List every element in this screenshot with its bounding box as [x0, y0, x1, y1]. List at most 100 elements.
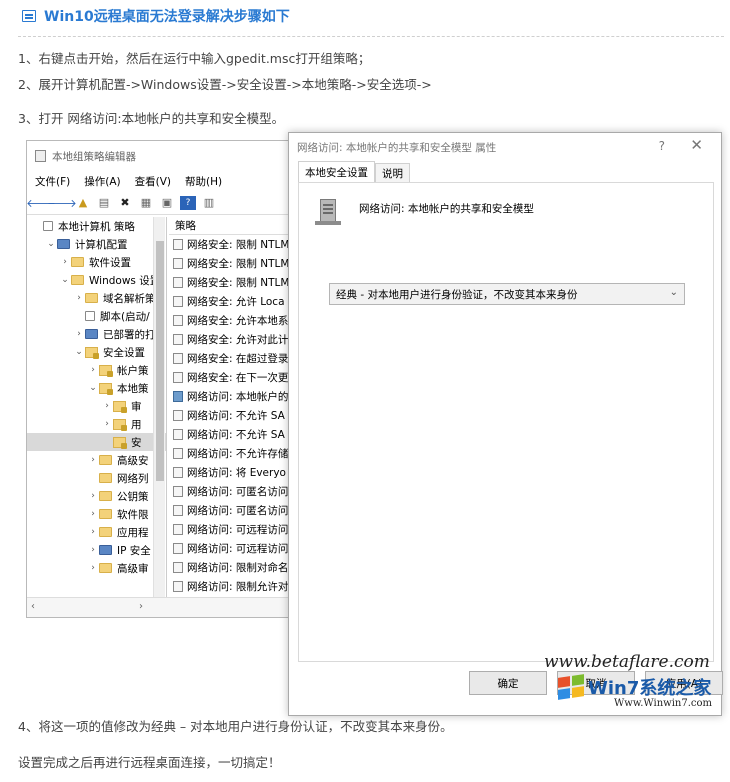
- tree-node[interactable]: › 应用程: [27, 523, 166, 541]
- scroll-right-icon[interactable]: ›: [139, 601, 143, 612]
- chevron-down-icon[interactable]: ⌄: [87, 383, 99, 393]
- menu-help[interactable]: 帮助(H): [185, 174, 222, 189]
- tree-scrollbar[interactable]: [153, 217, 165, 597]
- policy-row[interactable]: 网络访问: 限制允许对: [169, 577, 295, 596]
- horizontal-scrollbar[interactable]: ‹ ›: [27, 597, 295, 617]
- tree-node[interactable]: › 域名解析策: [27, 289, 166, 307]
- policy-row[interactable]: 网络安全: 在下一次更: [169, 368, 295, 387]
- policy-row[interactable]: 网络访问: 可匿名访问: [169, 501, 295, 520]
- policy-row[interactable]: 网络访问: 本地帐户的: [169, 387, 295, 406]
- menu-action[interactable]: 操作(A): [84, 174, 120, 189]
- tree-node[interactable]: 安: [27, 433, 166, 451]
- tab-explain[interactable]: 说明: [375, 163, 410, 183]
- up-folder-icon[interactable]: ▲: [75, 196, 91, 210]
- policy-row[interactable]: 网络访问: 不允许存储: [169, 444, 295, 463]
- tree-node[interactable]: ⌄ 安全设置: [27, 343, 166, 361]
- chevron-right-icon[interactable]: ›: [101, 401, 113, 411]
- policy-row[interactable]: 网络安全: 允许 Loca: [169, 292, 295, 311]
- tree-node[interactable]: › 已部署的打: [27, 325, 166, 343]
- help-icon[interactable]: ?: [180, 195, 196, 210]
- folder-icon: [99, 563, 112, 573]
- properties-icon[interactable]: ▦: [138, 196, 154, 210]
- tree-node[interactable]: ⌄ 本地策: [27, 379, 166, 397]
- policy-row[interactable]: 网络访问: 将 Everyo: [169, 463, 295, 482]
- tree-node[interactable]: ⌄ 计算机配置: [27, 235, 166, 253]
- policy-row[interactable]: 网络访问: 不允许 SA: [169, 425, 295, 444]
- policy-row[interactable]: 网络安全: 限制 NTLM: [169, 254, 295, 273]
- show-hide-icon[interactable]: ▥: [201, 196, 217, 210]
- chevron-right-icon[interactable]: ›: [87, 365, 99, 375]
- tree-node[interactable]: › 软件设置: [27, 253, 166, 271]
- export-list-icon[interactable]: ▣: [159, 196, 175, 210]
- betaflare-watermark: www.betaflare.com: [544, 652, 710, 672]
- chevron-right-icon[interactable]: ›: [87, 545, 99, 555]
- tree-node[interactable]: 本地计算机 策略: [27, 217, 166, 235]
- policy-row-label: 网络安全: 限制 NTLM: [187, 258, 290, 270]
- tree-node[interactable]: › 审: [27, 397, 166, 415]
- chevron-right-icon[interactable]: ›: [87, 455, 99, 465]
- tree-node[interactable]: › 帐户策: [27, 361, 166, 379]
- folder-icon: [85, 293, 98, 303]
- dialog-help-icon[interactable]: ?: [659, 139, 665, 153]
- chevron-right-icon[interactable]: ›: [59, 257, 71, 267]
- tree-node-label: 安全设置: [103, 346, 145, 359]
- dialog-close-icon[interactable]: ✕: [690, 136, 703, 154]
- policy-row[interactable]: 网络安全: 允许本地系: [169, 311, 295, 330]
- scroll-left-icon[interactable]: ‹: [31, 601, 35, 612]
- console-tree-icon[interactable]: ▤: [96, 196, 112, 210]
- policy-row[interactable]: 网络访问: 可匿名访问: [169, 482, 295, 501]
- policy-row[interactable]: 网络访问: 不允许 SA: [169, 406, 295, 425]
- policy-row[interactable]: 网络安全: 允许对此计: [169, 330, 295, 349]
- step-3: 3、打开 网络访问:本地帐户的共享和安全模型。: [18, 111, 285, 126]
- policy-row-label: 网络访问: 可远程访问: [187, 543, 289, 555]
- forward-arrow-icon[interactable]: 🡒: [47, 196, 77, 210]
- dialog-titlebar: 网络访问: 本地帐户的共享和安全模型 属性 ? ✕: [289, 133, 721, 161]
- tree-node-label: 高级审: [117, 562, 149, 575]
- tree-node[interactable]: › 软件限: [27, 505, 166, 523]
- tree-node[interactable]: › 高级审: [27, 559, 166, 577]
- tree-node[interactable]: › 公钥策: [27, 487, 166, 505]
- policy-row[interactable]: 网络访问: 可远程访问: [169, 520, 295, 539]
- menu-file[interactable]: 文件(F): [35, 174, 70, 189]
- chevron-down-icon[interactable]: ⌄: [59, 275, 71, 285]
- folder-icon: [99, 473, 112, 483]
- chevron-right-icon[interactable]: ›: [73, 329, 85, 339]
- policy-column-header[interactable]: 策略: [169, 217, 295, 235]
- policy-row[interactable]: 网络访问: 可远程访问: [169, 539, 295, 558]
- chevron-right-icon[interactable]: ›: [73, 293, 85, 303]
- chevron-down-icon[interactable]: ⌄: [73, 347, 85, 357]
- tree-node[interactable]: 脚本(启动/: [27, 307, 166, 325]
- tree-node-label: 用: [131, 418, 142, 431]
- tree-node-label: 计算机配置: [75, 238, 128, 251]
- ok-button[interactable]: 确定: [469, 671, 547, 695]
- chevron-right-icon[interactable]: ›: [87, 563, 99, 573]
- tree-node-label: 已部署的打: [103, 328, 156, 341]
- chevron-down-icon[interactable]: ⌄: [45, 239, 57, 249]
- chevron-right-icon[interactable]: ›: [87, 491, 99, 501]
- tree-node[interactable]: 网络列: [27, 469, 166, 487]
- policy-row[interactable]: 网络安全: 限制 NTLM: [169, 235, 295, 254]
- tree-node[interactable]: › IP 安全: [27, 541, 166, 559]
- chevron-right-icon[interactable]: ›: [87, 509, 99, 519]
- policy-row-label: 网络访问: 可远程访问: [187, 524, 289, 536]
- policy-setting-icon: [173, 315, 183, 326]
- tree-scroll-thumb[interactable]: [156, 241, 164, 481]
- policy-row[interactable]: 网络访问: 限制对命名: [169, 558, 295, 577]
- tree-node[interactable]: ⌄ Windows 设置: [27, 271, 166, 289]
- policy-row-label: 网络访问: 不允许 SA: [187, 410, 285, 422]
- chevron-right-icon[interactable]: ›: [87, 527, 99, 537]
- dialog-title: 网络访问: 本地帐户的共享和安全模型 属性: [297, 141, 497, 154]
- delete-icon[interactable]: ✖: [117, 196, 133, 210]
- tree-node[interactable]: › 高级安: [27, 451, 166, 469]
- policy-row-label: 网络访问: 限制对命名: [187, 562, 289, 574]
- policy-row[interactable]: 网络安全: 在超过登录: [169, 349, 295, 368]
- menu-view[interactable]: 查看(V): [135, 174, 171, 189]
- policy-row-label: 网络安全: 允许对此计: [187, 334, 289, 346]
- tab-local-security-setting[interactable]: 本地安全设置: [298, 161, 375, 183]
- policy-row[interactable]: 网络安全: 限制 NTLM: [169, 273, 295, 292]
- policy-setting-icon: [173, 543, 183, 554]
- policy-row-label: 网络安全: 在下一次更: [187, 372, 289, 384]
- chevron-right-icon[interactable]: ›: [101, 419, 113, 429]
- sharing-model-select[interactable]: 经典 - 对本地用户进行身份验证，不改变其本来身份 ⌄: [329, 283, 685, 305]
- tree-node[interactable]: › 用: [27, 415, 166, 433]
